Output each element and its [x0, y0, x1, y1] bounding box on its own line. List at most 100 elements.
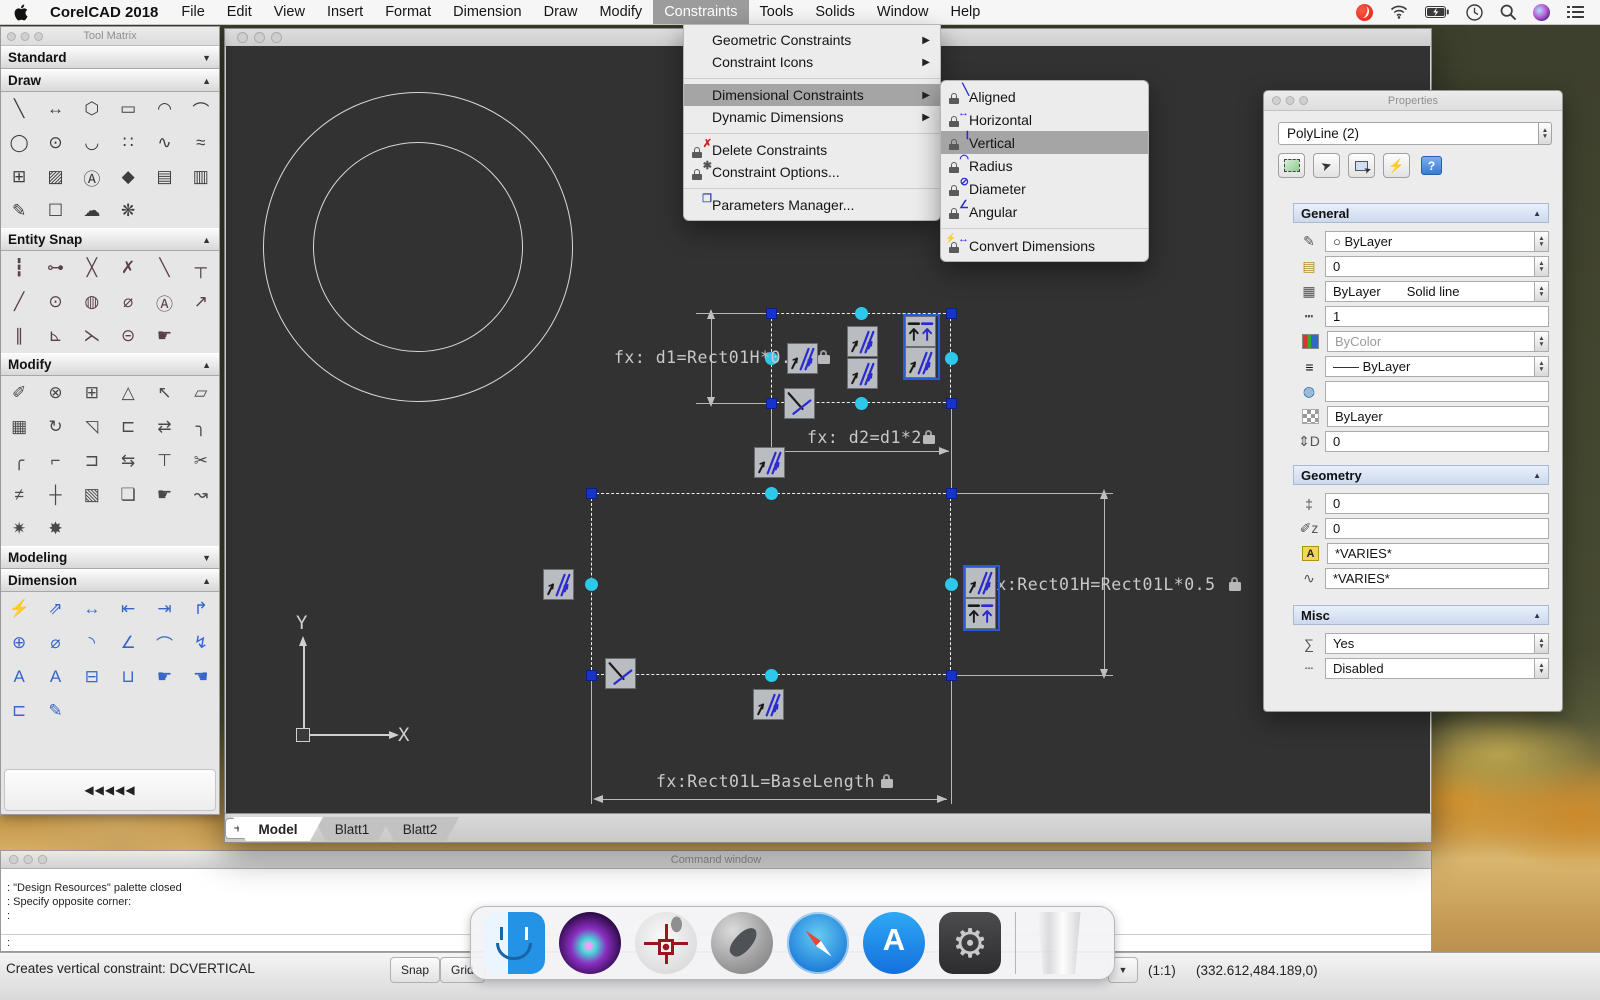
- siri-icon[interactable]: [1533, 4, 1550, 21]
- filter-select-button[interactable]: ⚡: [1383, 153, 1410, 178]
- cloud-tool-icon[interactable]: ☁: [74, 194, 110, 228]
- snap-tangent-icon[interactable]: ⌀: [110, 285, 146, 319]
- dimension-text-edit-icon[interactable]: ✎: [37, 694, 73, 728]
- menu-item-diameter[interactable]: ⊘Diameter: [941, 177, 1148, 200]
- menu-solids[interactable]: Solids: [804, 0, 866, 24]
- entity-selector-value[interactable]: PolyLine (2): [1278, 122, 1538, 145]
- fillet-tool-icon[interactable]: ╭: [1, 444, 37, 478]
- parallel-constraint-badge[interactable]: [754, 447, 785, 478]
- trim-tool-icon[interactable]: ⊤: [146, 444, 182, 478]
- property-field[interactable]: *VARIES*: [1327, 543, 1549, 564]
- menu-edit[interactable]: Edit: [216, 0, 263, 24]
- bend-tool-icon[interactable]: ╮: [183, 410, 219, 444]
- corner-grip[interactable]: [586, 488, 597, 499]
- property-field[interactable]: ○ ByLayer▲▼: [1325, 231, 1549, 252]
- midpoint-grip[interactable]: [855, 397, 868, 410]
- corner-grip[interactable]: [946, 308, 957, 319]
- apple-menu-icon[interactable]: [0, 4, 38, 21]
- baseline-dimension-icon[interactable]: ⇤: [110, 592, 146, 626]
- notification-center-icon[interactable]: [1567, 5, 1584, 19]
- polygon-tool-icon[interactable]: ⬡: [74, 92, 110, 126]
- property-field[interactable]: 0: [1325, 431, 1549, 452]
- erase-tool-icon[interactable]: ✐: [1, 376, 37, 410]
- snap-perpendicular-icon[interactable]: ⊾: [37, 319, 73, 353]
- menu-view[interactable]: View: [263, 0, 316, 24]
- snap-endpoint-icon[interactable]: ┇: [1, 251, 37, 285]
- edit-spline-tool-icon[interactable]: ↝: [183, 478, 219, 512]
- menu-constraints[interactable]: Constraints: [653, 0, 748, 24]
- mirror-tool-icon[interactable]: △: [110, 376, 146, 410]
- hatch-tool-icon[interactable]: ▨: [37, 160, 73, 194]
- arc-length-dimension-icon[interactable]: ⌒: [146, 626, 182, 660]
- select-entities-button[interactable]: [1278, 153, 1305, 178]
- palette-collapse-button[interactable]: ◀◀◀◀◀: [4, 769, 216, 811]
- property-field[interactable]: *VARIES*: [1325, 568, 1549, 589]
- section-header-modeling[interactable]: Modeling▼: [1, 546, 219, 569]
- copy-tool-icon[interactable]: ⊞: [74, 376, 110, 410]
- menu-insert[interactable]: Insert: [316, 0, 374, 24]
- continue-dimension-icon[interactable]: ⇥: [146, 592, 182, 626]
- property-field[interactable]: 0▲▼: [1325, 256, 1549, 277]
- menu-item-horizontal[interactable]: ↔Horizontal: [941, 108, 1148, 131]
- property-field[interactable]: ByColor▲▼: [1327, 331, 1549, 352]
- linear-dimension-icon[interactable]: ↔: [74, 592, 110, 626]
- snap-apparent-intersection-icon[interactable]: ✗: [110, 251, 146, 285]
- snap-from-icon[interactable]: ⊝: [110, 319, 146, 353]
- parallel-constraint-badge[interactable]: [847, 326, 878, 357]
- delete-duplicates-tool-icon[interactable]: ⊗: [37, 376, 73, 410]
- constraint-badge-stack[interactable]: [905, 316, 938, 378]
- explode-all-tool-icon[interactable]: ✸: [37, 512, 73, 546]
- menu-item-parameters-manager[interactable]: ❐Parameters Manager...: [684, 194, 940, 216]
- grip-edit-tool-icon[interactable]: ☛: [146, 478, 182, 512]
- spotlight-icon[interactable]: [1500, 4, 1516, 20]
- menu-item-convert-dimensions[interactable]: ⚡↔Convert Dimensions: [941, 234, 1148, 257]
- parallel-constraint-badge[interactable]: [787, 343, 818, 374]
- stepper-control[interactable]: ▲▼: [1534, 357, 1548, 376]
- snap-insertion-icon[interactable]: Ⓐ: [146, 285, 182, 319]
- corner-grip[interactable]: [586, 670, 597, 681]
- dimension-rect01h[interactable]: fx:Rect01H=Rect01L*0.5: [986, 575, 1216, 594]
- property-field[interactable]: ByLayer: [1327, 406, 1549, 427]
- stepper-control[interactable]: ▲▼: [1534, 282, 1548, 301]
- menu-file[interactable]: File: [170, 0, 215, 24]
- zoom-button[interactable]: [271, 32, 282, 43]
- entity-selector[interactable]: PolyLine (2) ▲▼: [1278, 122, 1552, 145]
- snap-extension-icon[interactable]: ↗: [183, 285, 219, 319]
- select-button[interactable]: ➤: [1313, 153, 1340, 178]
- section-header-modify[interactable]: Modify▲: [1, 353, 219, 376]
- sheet-tab-blatt2[interactable]: Blatt2: [381, 817, 459, 841]
- appstore-dock-icon[interactable]: [863, 912, 925, 974]
- midpoint-grip[interactable]: [765, 487, 778, 500]
- corelcad-dock-icon[interactable]: [635, 912, 697, 974]
- menu-window[interactable]: Window: [866, 0, 940, 24]
- break-tool-icon[interactable]: ┼: [37, 478, 73, 512]
- explode-tool-icon[interactable]: ✷: [1, 512, 37, 546]
- boundary-tool-icon[interactable]: ☐: [37, 194, 73, 228]
- section-header-misc[interactable]: Misc▲: [1293, 605, 1549, 625]
- cloud-shape-tool-icon[interactable]: ❋: [110, 194, 146, 228]
- circle-entity-inner[interactable]: [313, 142, 523, 352]
- section-header-entity-snap[interactable]: Entity Snap▲: [1, 228, 219, 251]
- minimize-button[interactable]: [254, 32, 265, 43]
- menu-item-angular[interactable]: ∠Angular: [941, 200, 1148, 223]
- angular-dimension-icon[interactable]: ∠: [110, 626, 146, 660]
- midpoint-grip[interactable]: [855, 307, 868, 320]
- transform-tool-icon[interactable]: ⇄: [146, 410, 182, 444]
- corel-icon[interactable]: [1356, 4, 1373, 21]
- launchpad-dock-icon[interactable]: [711, 912, 773, 974]
- siri-dock-icon[interactable]: [559, 912, 621, 974]
- parallel-constraint-badge[interactable]: [905, 347, 936, 378]
- simple-note-tool-icon[interactable]: ▥: [183, 160, 219, 194]
- menu-item-constraint-options[interactable]: ✱Constraint Options...: [684, 161, 940, 183]
- property-field[interactable]: 1: [1325, 306, 1549, 327]
- text-tool-icon[interactable]: Ⓐ: [74, 160, 110, 194]
- line-tool-icon[interactable]: ╲: [1, 92, 37, 126]
- snap-intersection-icon[interactable]: ╳: [74, 251, 110, 285]
- property-field[interactable]: Disabled▲▼: [1325, 658, 1549, 679]
- entity-selector-stepper[interactable]: ▲▼: [1538, 122, 1552, 145]
- snap-center-icon[interactable]: ⊙: [37, 285, 73, 319]
- smart-dimension-icon[interactable]: ⚡: [1, 592, 37, 626]
- trash-dock-icon[interactable]: [1034, 912, 1084, 974]
- midpoint-grip[interactable]: [765, 669, 778, 682]
- corner-grip[interactable]: [946, 398, 957, 409]
